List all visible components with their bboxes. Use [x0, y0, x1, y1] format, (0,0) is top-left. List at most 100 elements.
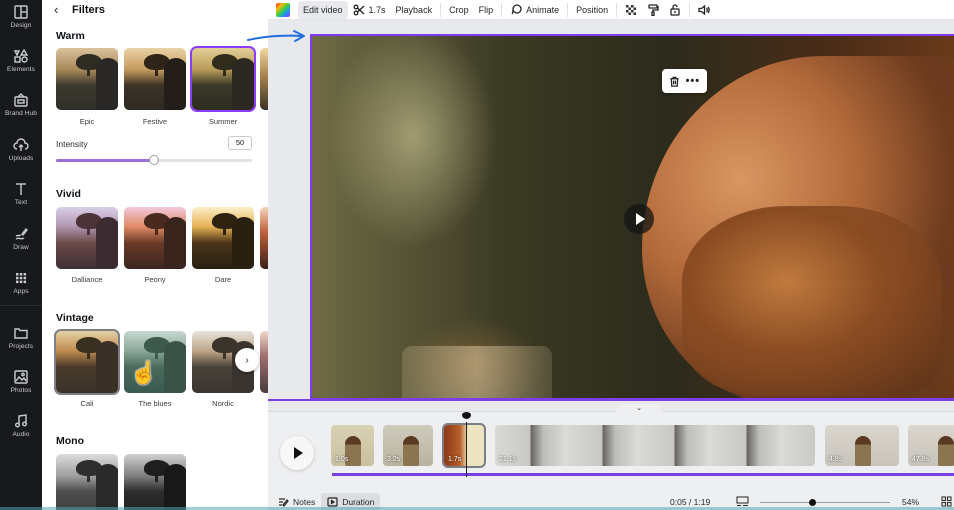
- clip-duration: 47.8s: [912, 456, 930, 463]
- side-rail: Design Elements Brand Hub Uploads Text D…: [0, 0, 42, 510]
- thumb-trunk: [155, 349, 158, 359]
- filter-label: Festive: [142, 117, 168, 126]
- rail-item-brand-hub[interactable]: Brand Hub: [0, 92, 42, 117]
- time-readout: 0:05 / 1:19: [670, 497, 711, 507]
- position-button[interactable]: Position: [571, 1, 613, 19]
- canvas-bottom-border: [268, 399, 954, 401]
- lock-button[interactable]: [664, 1, 686, 19]
- filter-more-warm[interactable]: [260, 48, 268, 110]
- timeline-clip-selected[interactable]: 1.7s: [442, 423, 486, 468]
- zoom-slider[interactable]: [760, 499, 890, 506]
- toolbar-divider: [567, 2, 569, 17]
- rail-item-apps[interactable]: Apps: [0, 270, 42, 295]
- filter-summer[interactable]: [190, 46, 256, 112]
- filter-festive[interactable]: [124, 48, 186, 110]
- thumb-trunk: [223, 349, 226, 359]
- chevron-down-icon[interactable]: ⌄: [616, 404, 662, 414]
- scissors-icon: [353, 4, 364, 15]
- rail-item-audio[interactable]: Audio: [0, 413, 42, 438]
- rail-label: Uploads: [8, 155, 34, 162]
- filter-cali[interactable]: [54, 329, 120, 395]
- chevron-left-icon[interactable]: ‹: [54, 2, 64, 17]
- filter-label: Nordic: [212, 399, 234, 408]
- filter-mono-2[interactable]: [124, 454, 186, 510]
- clip-duration: 4.8s: [829, 456, 843, 463]
- rail-item-projects[interactable]: Projects: [0, 325, 42, 350]
- thumb-head: [232, 217, 254, 269]
- timeline-clip[interactable]: 47.8s: [908, 425, 954, 466]
- filters-panel: ‹ Filters Warm Epic Festive Summer Inten…: [42, 0, 268, 510]
- section-title-vivid: Vivid: [56, 188, 81, 200]
- filter-label: Epic: [79, 117, 95, 126]
- timeline-play-button[interactable]: [280, 436, 314, 470]
- grid-view-icon[interactable]: [941, 496, 952, 507]
- timeline-clip[interactable]: 4.8s: [825, 425, 899, 466]
- thumb-head: [232, 58, 254, 110]
- play-icon[interactable]: [624, 204, 654, 234]
- mono-filter-row: [56, 454, 186, 510]
- thumb-head: [164, 58, 186, 110]
- filter-dare[interactable]: [192, 207, 254, 269]
- clip-duration: 1.7s: [448, 456, 462, 463]
- edit-video-button[interactable]: Edit video: [298, 0, 348, 19]
- timeline-clip[interactable]: 3.2s: [383, 425, 433, 466]
- rail-item-photos[interactable]: Photos: [0, 369, 42, 394]
- clip-person: [938, 436, 954, 466]
- rail-item-elements[interactable]: Elements: [0, 48, 42, 73]
- filter-mono-1[interactable]: [56, 454, 118, 510]
- thumb-head: [96, 464, 118, 510]
- rail-item-text[interactable]: Text: [0, 181, 42, 206]
- pages-view-icon[interactable]: [736, 496, 749, 507]
- transparency-button[interactable]: [620, 1, 642, 19]
- playhead-handle[interactable]: [462, 412, 471, 419]
- rail-item-draw[interactable]: Draw: [0, 226, 42, 251]
- rail-label: Elements: [7, 66, 35, 73]
- rail-label: Design: [10, 22, 32, 29]
- filter-epic[interactable]: [56, 48, 118, 110]
- copy-style-button[interactable]: [642, 1, 664, 19]
- canvas-area: •••: [268, 21, 954, 411]
- lock-icon: [670, 3, 680, 16]
- filter-label: Dare: [214, 275, 232, 284]
- intensity-slider[interactable]: [56, 155, 252, 165]
- chevron-right-icon[interactable]: ›: [235, 348, 259, 372]
- panel-title: Filters: [72, 3, 106, 16]
- rail-label: Draw: [13, 244, 29, 251]
- crop-button[interactable]: Crop: [444, 1, 474, 19]
- timeline: ⌄ 1.0s 3.2s 1.7s 21.1s 4.8s 47.8s: [268, 404, 954, 493]
- thumb-head: [164, 341, 186, 393]
- video-element[interactable]: •••: [310, 34, 954, 400]
- filter-label: Cali: [80, 399, 94, 408]
- thumb-trunk: [223, 66, 226, 76]
- zoom-percentage[interactable]: 54%: [902, 497, 919, 507]
- playback-button[interactable]: Playback: [391, 1, 438, 19]
- filter-label: Dalliance: [71, 275, 103, 284]
- clip-person: [855, 436, 871, 466]
- timeline-clip[interactable]: 21.1s: [495, 425, 815, 466]
- volume-button[interactable]: [693, 1, 715, 19]
- split-button[interactable]: 1.7s: [348, 1, 391, 19]
- filter-peony[interactable]: [124, 207, 186, 269]
- section-title-mono: Mono: [56, 435, 84, 447]
- audio-track[interactable]: [332, 473, 954, 476]
- more-horizontal-icon[interactable]: •••: [686, 76, 701, 87]
- section-title-warm: Warm: [56, 30, 85, 42]
- filter-more-vintage[interactable]: [260, 331, 268, 393]
- element-floating-menu: •••: [662, 69, 707, 93]
- rail-item-design[interactable]: Design: [0, 4, 42, 29]
- flip-button[interactable]: Flip: [474, 1, 499, 19]
- playhead[interactable]: [466, 422, 467, 477]
- zoom-slider-handle[interactable]: [809, 499, 816, 506]
- filter-more-vivid[interactable]: [260, 207, 268, 269]
- video-glass: [402, 346, 552, 398]
- timeline-clip[interactable]: 1.0s: [331, 425, 374, 466]
- filter-dalliance[interactable]: [56, 207, 118, 269]
- rail-item-uploads[interactable]: Uploads: [0, 137, 42, 162]
- trash-icon[interactable]: [669, 76, 680, 87]
- intensity-slider-handle[interactable]: [149, 155, 159, 165]
- thumb-trunk: [87, 66, 90, 76]
- rail-label: Audio: [12, 431, 30, 438]
- intensity-value-input[interactable]: 50: [228, 136, 252, 150]
- color-picker-icon[interactable]: [276, 2, 290, 17]
- animate-button[interactable]: Animate: [505, 1, 564, 19]
